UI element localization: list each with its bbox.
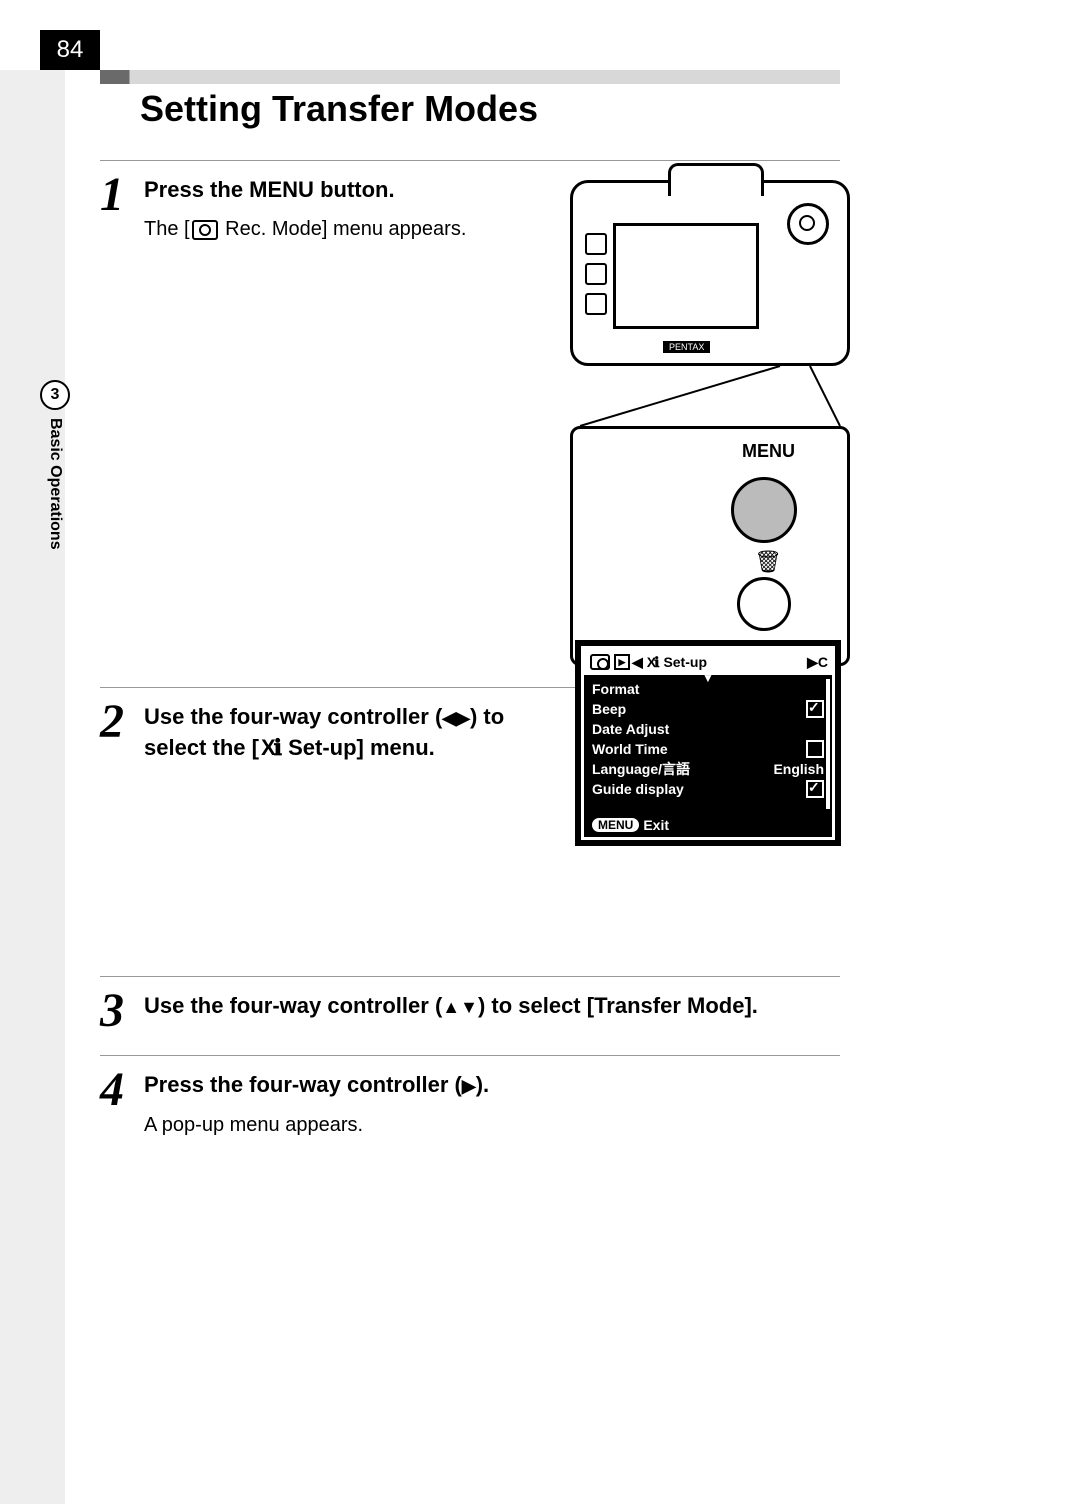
lcd-menu-body: Format Beep Date Adjust World Time Langu…	[584, 675, 832, 811]
menu-item-value: English	[773, 761, 824, 777]
menu-item-label: Beep	[592, 701, 626, 717]
list-item: Beep	[592, 699, 824, 719]
section-title: Setting Transfer Modes	[140, 88, 538, 130]
tab-left-arrow-icon: ◀	[632, 654, 643, 671]
list-item: Date Adjust	[592, 719, 824, 739]
camera-lcd	[613, 223, 759, 329]
menu-item-label: World Time	[592, 741, 668, 757]
step-number: 3	[100, 991, 144, 1031]
step-3: 3 Use the four-way controller (▲▼) to se…	[100, 976, 840, 1055]
camera-side-buttons	[585, 233, 607, 315]
delete-button	[737, 577, 791, 631]
lcd-footer-label: Exit	[643, 817, 669, 833]
menu-item-label: Date Adjust	[592, 721, 669, 737]
list-item: Format	[592, 679, 824, 699]
chapter-tab: 3 Basic Operations	[40, 380, 70, 550]
camera-zoom-panel: MENU 🗑	[570, 426, 850, 666]
page-number: 84	[40, 30, 100, 70]
right-arrow-icon: ▶	[462, 1076, 476, 1096]
lcd-tab-nav-right: ▶C	[807, 654, 828, 671]
setup-tab-icon: Xℹ	[647, 654, 658, 671]
checkbox-checked-icon	[806, 780, 824, 798]
chapter-label: Basic Operations	[46, 418, 64, 550]
lcd-setup-menu: ▶ ◀ Xℹ Set-up ▶C ▼ Format Beep Date Adju…	[575, 640, 841, 846]
tools-icon: Xℹ	[261, 735, 280, 760]
camera-brand-label: PENTAX	[663, 341, 710, 353]
camera-back-view: PENTAX	[570, 180, 850, 366]
lcd-scrollbar	[826, 679, 830, 809]
rec-mode-tab-icon	[590, 654, 610, 670]
menu-item-label: Guide display	[592, 781, 684, 797]
left-margin-strip	[0, 70, 65, 1504]
chapter-number: 3	[40, 380, 70, 410]
step-heading-post: button.	[314, 177, 395, 202]
step-number: 2	[100, 702, 144, 742]
menu-item-label: Format	[592, 681, 639, 697]
camera-illustration: PENTAX MENU 🗑	[570, 180, 850, 666]
camera-dial	[787, 203, 829, 245]
menu-key-text: MENU	[249, 177, 314, 202]
step-body-text: A pop-up menu appears.	[144, 1111, 840, 1139]
trash-icon: 🗑	[754, 549, 782, 575]
menu-item-label: Language/言語	[592, 759, 690, 779]
playback-tab-icon: ▶	[614, 654, 630, 670]
step-number: 4	[100, 1070, 144, 1110]
right-arrow-icon: ▶	[456, 708, 470, 728]
step-body-pre: The [	[144, 218, 190, 240]
lcd-tab-title: Set-up	[663, 654, 807, 670]
menu-button-label: MENU	[585, 441, 795, 462]
down-arrow-icon: ▼	[460, 997, 478, 1017]
menu-button	[731, 477, 797, 543]
step-heading: Press the four-way controller (▶).	[144, 1070, 840, 1101]
camera-icon	[192, 220, 218, 240]
lcd-footer: MENU Exit	[584, 813, 832, 837]
step-heading: Use the four-way controller (▲▼) to sele…	[144, 991, 840, 1022]
checkbox-checked-icon	[806, 700, 824, 718]
list-item: World Time	[592, 739, 824, 759]
menu-key-pill: MENU	[592, 818, 639, 832]
list-item: Guide display	[592, 779, 824, 799]
step-number: 1	[100, 175, 144, 215]
step-heading-pre: Press the	[144, 177, 249, 202]
left-arrow-icon: ◀	[442, 708, 456, 728]
title-accent-bar	[100, 70, 840, 84]
step-body-post: Rec. Mode] menu appears.	[220, 218, 467, 240]
up-arrow-icon: ▲	[442, 997, 460, 1017]
checkbox-unchecked-icon	[806, 740, 824, 758]
step-heading: Use the four-way controller (◀▶) to sele…	[144, 702, 564, 763]
camera-prism	[668, 163, 764, 196]
zoom-guide-lines	[570, 366, 850, 426]
list-item: Language/言語 English	[592, 759, 824, 779]
step-4: 4 Press the four-way controller (▶). A p…	[100, 1055, 840, 1163]
